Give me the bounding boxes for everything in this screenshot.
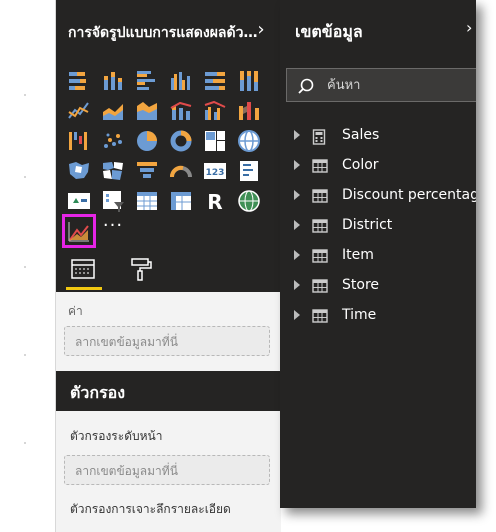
svg-text:123: 123 [206, 168, 225, 178]
table-icon [312, 309, 328, 323]
paint-roller-icon [131, 258, 152, 281]
search-box [286, 68, 476, 102]
kpi-icon[interactable] [66, 188, 92, 214]
arcgis-map-icon[interactable] [236, 188, 262, 214]
expand-caret-icon[interactable] [294, 220, 300, 230]
visualization-icon-gallery: 123 R ··· [56, 62, 281, 248]
field-item-district[interactable]: District [280, 214, 476, 240]
table-icon [312, 159, 328, 173]
field-item-discount-percentage[interactable]: Discount percentage [280, 184, 476, 210]
field-label: Color [342, 157, 379, 173]
canvas-grid-dot [24, 94, 26, 96]
chevron-right-icon[interactable]: › [252, 18, 270, 42]
filters-title: ตัวกรอง [70, 383, 126, 402]
field-item-sales[interactable]: Sales [280, 124, 476, 150]
field-item-item[interactable]: Item [280, 244, 476, 270]
pane-tabs [56, 248, 281, 292]
tab-fields[interactable] [56, 248, 102, 292]
canvas-grid-dot [24, 442, 26, 444]
calculator-icon [312, 129, 326, 145]
clustered-column-chart-icon[interactable] [168, 68, 194, 94]
visualizations-pane: การจัดรูปแบบการแสดงผลด้วยภาพ › 123 R ···… [55, 0, 281, 532]
chevron-right-icon[interactable]: › [466, 18, 472, 37]
tab-format[interactable] [114, 248, 160, 292]
card-icon[interactable]: 123 [202, 158, 228, 184]
stacked-area-chart-icon[interactable] [134, 98, 160, 124]
area-chart-icon[interactable] [100, 98, 126, 124]
field-item-store[interactable]: Store [280, 274, 476, 300]
table-icon [312, 249, 328, 263]
treemap-icon[interactable] [202, 128, 228, 154]
visualizations-header: การจัดรูปแบบการแสดงผลด้วยภาพ › [56, 0, 281, 62]
fields-title: เขตข้อมูล [295, 22, 363, 41]
expand-caret-icon[interactable] [294, 160, 300, 170]
expand-caret-icon[interactable] [294, 130, 300, 140]
field-label: Sales [342, 127, 380, 143]
filters-header: ตัวกรอง [56, 371, 281, 411]
100-stacked-bar-chart-icon[interactable] [202, 68, 228, 94]
stacked-bar-chart-icon[interactable] [66, 68, 92, 94]
field-label: District [342, 217, 393, 233]
gauge-icon[interactable] [168, 158, 194, 184]
page-level-filters-drop-zone[interactable]: ลากเขตข้อมูลมาที่นี่ [64, 455, 270, 485]
expand-caret-icon[interactable] [294, 310, 300, 320]
field-item-time[interactable]: Time [280, 304, 476, 330]
table-icon [312, 279, 328, 293]
svg-text:R: R [207, 190, 222, 214]
field-label: Store [342, 277, 380, 293]
fields-well-icon [71, 259, 95, 279]
slicer-icon[interactable] [100, 188, 126, 214]
field-item-color[interactable]: Color [280, 154, 476, 180]
pie-chart-icon[interactable] [134, 128, 160, 154]
fields-pane: เขตข้อมูล › Sales Color Discount percent… [280, 0, 476, 508]
field-label: Time [342, 307, 377, 323]
values-well-label: ค่า [68, 304, 83, 318]
100-stacked-column-chart-icon[interactable] [236, 68, 262, 94]
canvas-grid-dot [24, 176, 26, 178]
map-icon[interactable] [236, 128, 262, 154]
waterfall-chart-icon[interactable] [66, 128, 92, 154]
canvas-grid-dot [24, 354, 26, 356]
field-label: Item [342, 247, 374, 263]
shape-map-icon[interactable] [100, 158, 126, 184]
expand-caret-icon[interactable] [294, 190, 300, 200]
scatter-chart-icon[interactable] [100, 128, 126, 154]
expand-caret-icon[interactable] [294, 250, 300, 260]
ribbon-chart-icon[interactable] [236, 98, 262, 124]
table-icon[interactable] [134, 188, 160, 214]
line-and-stacked-column-chart-icon[interactable] [168, 98, 194, 124]
stacked-column-chart-icon[interactable] [100, 68, 126, 94]
table-icon [312, 219, 328, 233]
field-label: Discount percentage [342, 187, 476, 203]
clustered-bar-chart-icon[interactable] [134, 68, 160, 94]
filled-map-icon[interactable] [66, 158, 92, 184]
expand-caret-icon[interactable] [294, 280, 300, 290]
visualizations-title: การจัดรูปแบบการแสดงผลด้วยภาพ [68, 25, 258, 41]
canvas-grid-dot [24, 266, 26, 268]
custom-visual-icon[interactable] [62, 214, 96, 248]
donut-chart-icon[interactable] [168, 128, 194, 154]
more-visuals-icon[interactable]: ··· [101, 217, 125, 240]
search-icon [298, 78, 314, 94]
search-input[interactable] [327, 75, 476, 95]
line-chart-icon[interactable] [66, 98, 92, 124]
report-canvas[interactable] [0, 0, 58, 532]
table-icon [312, 189, 328, 203]
funnel-icon[interactable] [134, 158, 160, 184]
page-level-filters-label: ตัวกรองระดับหน้า [70, 429, 163, 443]
matrix-icon[interactable] [168, 188, 194, 214]
line-and-clustered-column-chart-icon[interactable] [202, 98, 228, 124]
multi-row-card-icon[interactable] [236, 158, 262, 184]
values-drop-zone[interactable]: ลากเขตข้อมูลมาที่นี่ [64, 326, 270, 356]
drillthrough-filters-label: ตัวกรองการเจาะลึกรายละเอียด [70, 502, 231, 516]
r-script-visual-icon[interactable]: R [202, 188, 228, 214]
